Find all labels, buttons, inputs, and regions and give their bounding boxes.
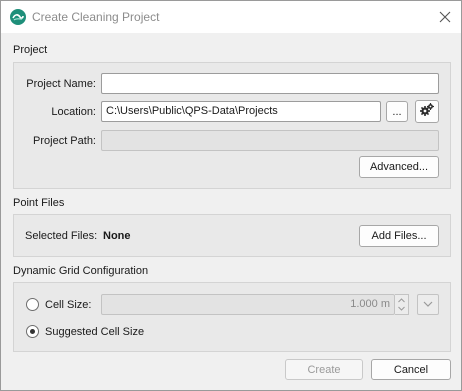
location-label: Location: — [51, 106, 96, 118]
advanced-button[interactable]: Advanced... — [359, 156, 439, 178]
settings-button[interactable] — [415, 100, 439, 123]
suggested-cell-size-radio[interactable] — [26, 325, 39, 338]
grid-section-title: Dynamic Grid Configuration — [13, 265, 149, 277]
cell-size-radio[interactable] — [26, 298, 39, 311]
cell-size-stepper — [395, 294, 409, 315]
qps-app-icon — [10, 9, 26, 25]
close-icon[interactable] — [437, 9, 453, 25]
grid-group: Cell Size: 1.000 m Suggested Cell Size — [13, 282, 451, 352]
project-section-title: Project — [13, 44, 48, 56]
title-bar: Create Cleaning Project — [1, 1, 461, 33]
cell-size-unit-dropdown — [417, 294, 439, 315]
suggested-cell-size-label: Suggested Cell Size — [45, 326, 145, 338]
cell-size-label: Cell Size: — [45, 299, 92, 311]
add-files-button[interactable]: Add Files... — [359, 225, 439, 247]
project-name-field[interactable] — [101, 73, 439, 94]
project-group: Project Name: Location: C:\Users\Public\… — [13, 62, 451, 189]
gears-icon — [419, 102, 435, 121]
create-button[interactable]: Create — [285, 359, 363, 380]
create-cleaning-project-dialog: Create Cleaning Project Project Project … — [0, 0, 462, 391]
cell-size-field: 1.000 m — [101, 294, 395, 315]
point-files-group: Selected Files: None Add Files... — [13, 214, 451, 257]
project-path-field — [101, 130, 439, 151]
selected-files-value: None — [103, 230, 131, 242]
selected-files-label: Selected Files: — [25, 230, 98, 242]
project-path-label: Project Path: — [33, 135, 96, 147]
cancel-button[interactable]: Cancel — [371, 359, 451, 380]
point-files-section-title: Point Files — [13, 197, 65, 209]
chevron-down-icon — [423, 299, 433, 311]
location-field[interactable]: C:\Users\Public\QPS-Data\Projects — [101, 101, 381, 122]
browse-button[interactable]: ... — [386, 101, 408, 122]
project-name-label: Project Name: — [26, 78, 96, 90]
window-title: Create Cleaning Project — [32, 10, 160, 24]
